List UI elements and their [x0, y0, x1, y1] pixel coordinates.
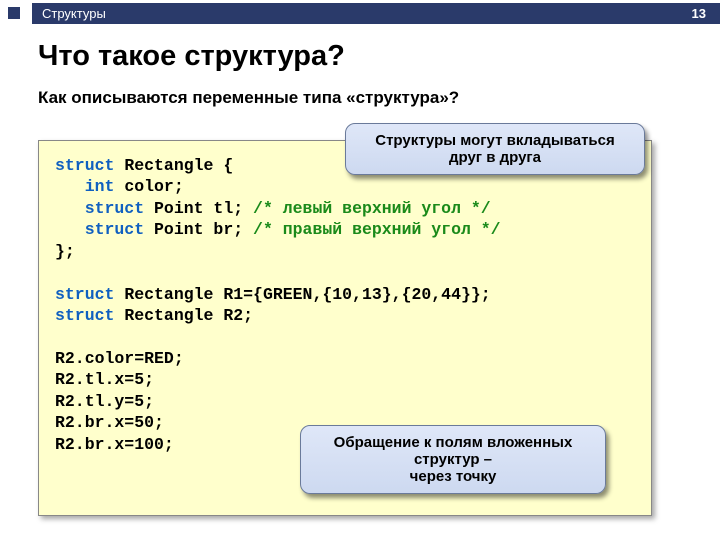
code-text: Point br; [144, 220, 253, 239]
code-keyword: struct [55, 285, 114, 304]
callout-line: через точку [410, 468, 497, 485]
code-text: R2.tl.y=5; [55, 392, 154, 411]
slide-title: Что такое структура? [38, 40, 345, 73]
code-text: color; [114, 177, 183, 196]
code-text: R2.br.x=100; [55, 435, 174, 454]
callout-dot-access: Обращение к полям вложенных структур – ч… [300, 425, 606, 494]
callout-line: Структуры могут вкладываться [375, 132, 615, 149]
top-bar: Структуры 13 [0, 0, 720, 26]
code-text: R2.color=RED; [55, 349, 184, 368]
callout-nesting: Структуры могут вкладываться друг в друг… [345, 123, 645, 175]
code-text: Rectangle { [114, 156, 233, 175]
code-text: }; [55, 242, 75, 261]
code-keyword: struct [55, 156, 114, 175]
code-keyword: struct [55, 199, 144, 218]
code-text: R2.tl.x=5; [55, 370, 154, 389]
code-text: Rectangle R1={GREEN,{10,13},{20,44}}; [114, 285, 490, 304]
code-text: Rectangle R2; [114, 306, 253, 325]
code-keyword: struct [55, 220, 144, 239]
code-keyword: int [55, 177, 114, 196]
callout-line: структур – [414, 451, 492, 468]
breadcrumb-text: Структуры [42, 6, 106, 21]
code-comment: /* левый верхний угол */ [253, 199, 491, 218]
breadcrumb: Структуры 13 [32, 3, 720, 24]
logo-square [8, 7, 20, 19]
code-comment: /* правый верхний угол */ [253, 220, 501, 239]
page-number: 13 [692, 6, 706, 21]
code-text: R2.br.x=50; [55, 413, 164, 432]
callout-line: Обращение к полям вложенных [334, 434, 573, 451]
callout-line: друг в друга [449, 149, 541, 166]
slide-subtitle: Как описываются переменные типа «структу… [38, 88, 459, 108]
code-keyword: struct [55, 306, 114, 325]
code-text: Point tl; [144, 199, 253, 218]
